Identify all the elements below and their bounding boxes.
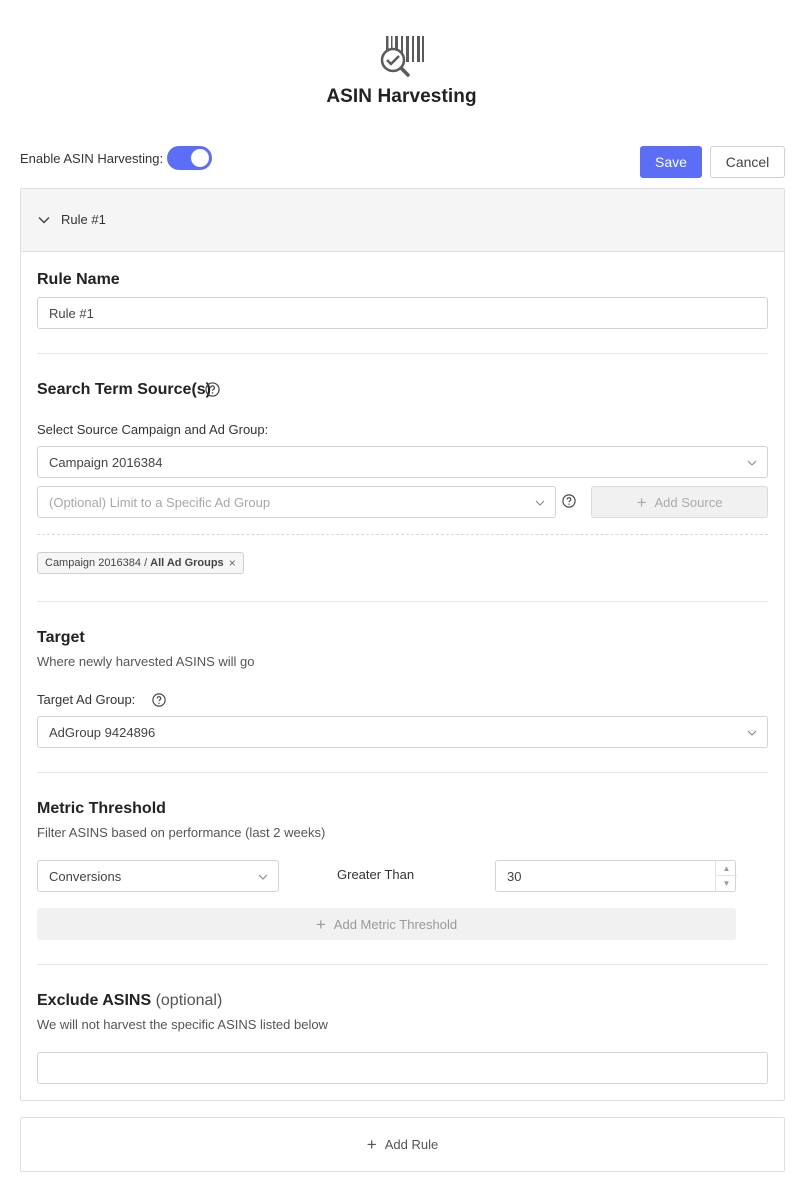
plus-icon: + xyxy=(315,914,326,934)
exclude-optional-label: (optional) xyxy=(155,992,223,1009)
exclude-section-title: Exclude ASINS (optional) xyxy=(37,992,222,1010)
plus-icon: + xyxy=(366,1135,377,1154)
divider xyxy=(37,601,768,602)
add-rule-label: Add Rule xyxy=(384,1137,439,1152)
chip-group-text: All Ad Groups xyxy=(150,557,224,569)
chevron-down-icon xyxy=(747,730,757,736)
help-icon[interactable] xyxy=(152,693,166,707)
page-header: ASIN Harvesting xyxy=(0,0,803,120)
threshold-stepper: ▲ ▼ xyxy=(715,861,737,891)
source-field-label: Select Source Campaign and Ad Group: xyxy=(37,422,269,437)
target-ad-group-select[interactable]: AdGroup 9424896 xyxy=(37,716,768,748)
ad-group-placeholder: (Optional) Limit to a Specific Ad Group xyxy=(49,494,271,510)
rule-card: Rule #1 Rule Name Rule #1 Search Term So… xyxy=(20,188,785,1101)
metric-section-title: Metric Threshold xyxy=(37,800,166,817)
help-icon[interactable] xyxy=(562,494,576,508)
source-campaign-value: Campaign 2016384 xyxy=(49,454,163,470)
enable-harvesting-toggle[interactable] xyxy=(167,146,213,170)
exclude-asins-input[interactable] xyxy=(37,1052,768,1084)
metric-threshold-input[interactable]: 30 ▲ ▼ xyxy=(495,860,737,892)
chip-campaign-text: Campaign 2016384 / xyxy=(45,557,148,569)
rule-name-input[interactable]: Rule #1 xyxy=(37,297,768,329)
cancel-button[interactable]: Cancel xyxy=(710,146,785,178)
metric-subtitle: Filter ASINS based on performance (last … xyxy=(37,825,326,840)
add-source-label: Add Source xyxy=(654,494,723,510)
chevron-down-icon xyxy=(38,216,50,224)
stepper-down-icon[interactable]: ▼ xyxy=(716,876,737,891)
exclude-title-text: Exclude ASINS xyxy=(37,992,152,1009)
enable-harvesting-row: Enable ASIN Harvesting: xyxy=(20,146,213,170)
chevron-down-icon xyxy=(747,460,757,466)
page-title: ASIN Harvesting xyxy=(326,86,477,107)
exclude-subtitle: We will not harvest the specific ASINS l… xyxy=(37,1017,328,1032)
target-field-label: Target Ad Group: xyxy=(37,692,136,707)
target-ad-group-value: AdGroup 9424896 xyxy=(49,724,156,740)
divider xyxy=(37,353,768,354)
target-section-title: Target xyxy=(37,629,85,646)
metric-select[interactable]: Conversions xyxy=(37,860,279,892)
help-icon[interactable] xyxy=(205,382,220,397)
ad-group-select[interactable]: (Optional) Limit to a Specific Ad Group xyxy=(37,486,556,518)
source-campaign-select[interactable]: Campaign 2016384 xyxy=(37,446,768,478)
chevron-down-icon xyxy=(535,500,545,506)
add-source-button[interactable]: + Add Source xyxy=(591,486,768,518)
divider xyxy=(37,964,768,965)
source-section-title: Search Term Source(s) xyxy=(37,381,211,398)
stepper-up-icon[interactable]: ▲ xyxy=(716,861,737,876)
enable-harvesting-label: Enable ASIN Harvesting: xyxy=(20,150,164,166)
rule-name-label: Rule Name xyxy=(37,271,120,288)
target-subtitle: Where newly harvested ASINS will go xyxy=(37,654,255,669)
divider xyxy=(37,772,768,773)
metric-threshold-value: 30 xyxy=(507,868,522,884)
chip-remove-icon[interactable]: × xyxy=(229,556,236,570)
rule-header-title: Rule #1 xyxy=(61,212,106,227)
add-rule-button[interactable]: + Add Rule xyxy=(20,1117,785,1172)
toggle-knob xyxy=(191,149,210,167)
plus-icon: + xyxy=(636,492,647,512)
add-metric-threshold-label: Add Metric Threshold xyxy=(333,916,458,932)
add-metric-threshold-button[interactable]: + Add Metric Threshold xyxy=(37,908,736,940)
save-button[interactable]: Save xyxy=(640,146,702,178)
metric-operator-label: Greater Than xyxy=(337,867,415,882)
rule-header[interactable]: Rule #1 xyxy=(21,189,784,252)
dashed-divider xyxy=(37,534,768,535)
source-chip: Campaign 2016384 / All Ad Groups × xyxy=(37,552,244,574)
chevron-down-icon xyxy=(258,874,268,880)
barcode-search-icon xyxy=(380,36,424,77)
metric-select-value: Conversions xyxy=(49,868,122,884)
